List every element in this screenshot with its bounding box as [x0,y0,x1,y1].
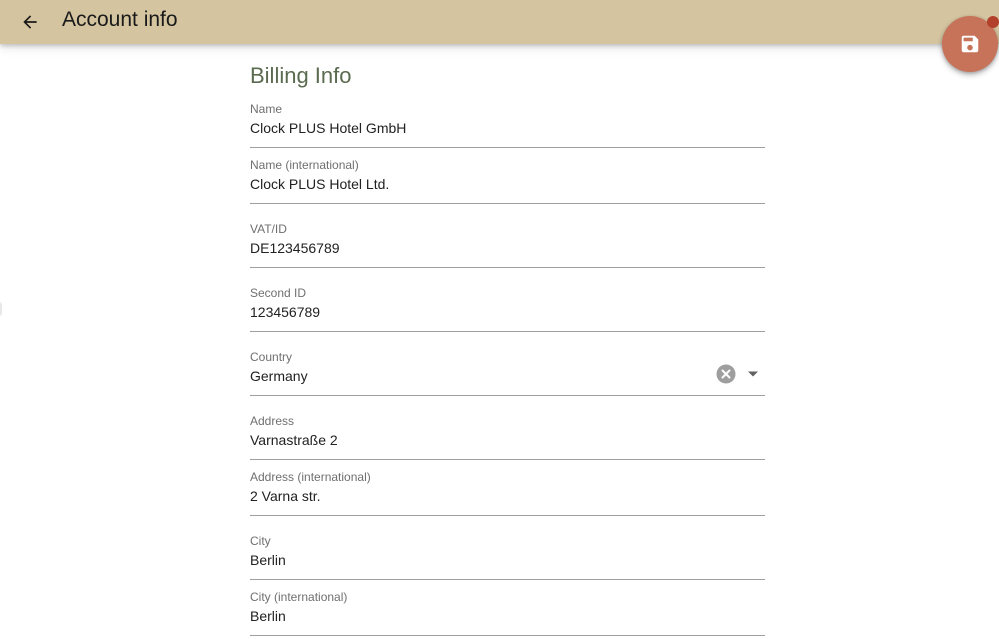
field-label: Address [250,414,295,428]
field-value[interactable]: Germany [250,367,308,385]
page-title: Account info [62,8,178,31]
field-value[interactable]: Clock PLUS Hotel Ltd. [250,175,389,193]
field-value[interactable]: Berlin [250,607,286,625]
field-label: Name [250,102,283,116]
name-international-field[interactable]: Name (international) Clock PLUS Hotel Lt… [250,158,765,204]
chevron-down-icon[interactable] [747,370,759,378]
field-value[interactable]: Varnastraße 2 [250,431,338,449]
field-value[interactable]: DE123456789 [250,239,340,257]
field-label: City [250,534,271,548]
second-id-field[interactable]: Second ID 123456789 [250,286,765,332]
field-label: Name (international) [250,158,359,172]
field-label: VAT/ID [250,222,287,236]
field-label: Second ID [250,286,307,300]
field-value[interactable]: Clock PLUS Hotel GmbH [250,119,406,137]
field-value[interactable]: 123456789 [250,303,320,321]
country-select[interactable]: Country Germany [250,350,765,396]
field-label: Country [250,350,293,364]
field-value[interactable]: Berlin [250,551,286,569]
city-international-field[interactable]: City (international) Berlin [250,590,765,636]
section-title: Billing Info [250,63,352,88]
arrow-left-icon [23,15,37,29]
save-button[interactable] [942,16,999,72]
unsaved-indicator-badge [987,16,999,28]
address-international-field[interactable]: Address (international) 2 Varna str. [250,470,765,516]
address-field[interactable]: Address Varnastraße 2 [250,414,765,460]
back-button[interactable] [14,6,46,38]
field-label: Address (international) [250,470,371,484]
clear-icon[interactable] [716,364,736,384]
vat-id-field[interactable]: VAT/ID DE123456789 [250,222,765,268]
field-label: City (international) [250,590,348,604]
field-value[interactable]: 2 Varna str. [250,487,321,505]
app-bar: Account info [0,0,999,44]
floppy-disk-icon [961,35,979,53]
city-field[interactable]: City Berlin [250,534,765,580]
name-field[interactable]: Name Clock PLUS Hotel GmbH [250,102,765,148]
drawer-handle[interactable] [0,302,2,316]
